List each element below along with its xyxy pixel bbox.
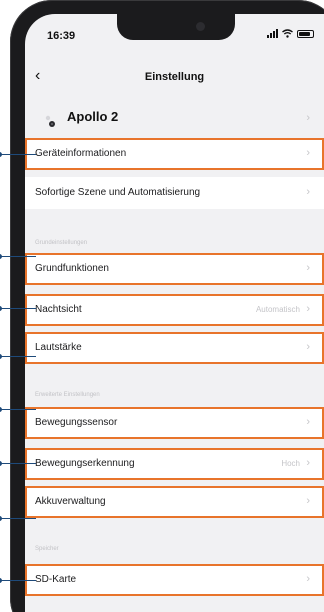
row-motion-detection[interactable]: Bewegungserkennung Hoch › xyxy=(25,448,324,480)
row-basic-functions[interactable]: Grundfunktionen › xyxy=(25,253,324,285)
device-header-row[interactable]: Apollo 2 › xyxy=(25,100,324,136)
callout-line xyxy=(0,460,36,468)
front-camera-icon xyxy=(196,22,205,31)
section-label-storage: Speicher xyxy=(35,546,59,552)
callout-line xyxy=(0,406,36,414)
status-bar: 16:39 xyxy=(25,14,324,50)
device-name: Apollo 2 xyxy=(67,109,119,124)
row-value: Automatisch xyxy=(255,305,300,314)
chevron-right-icon: › xyxy=(306,457,310,469)
notch xyxy=(117,14,235,40)
row-label: Geräteinformationen xyxy=(35,148,127,159)
chevron-right-icon: › xyxy=(306,495,310,507)
callout-line xyxy=(0,253,36,261)
navigation-bar: ‹ Einstellung xyxy=(25,62,324,92)
row-value: Hoch xyxy=(281,459,300,468)
row-label: Bewegungserkennung xyxy=(35,458,135,469)
row-label: Sofortige Szene und Automatisierung xyxy=(35,187,201,198)
chevron-right-icon: › xyxy=(306,112,310,124)
row-device-info[interactable]: Geräteinformationen › xyxy=(25,138,324,170)
row-label: Bewegungssensor xyxy=(35,417,118,428)
section-label-basic: Grundeinstellungen xyxy=(35,240,88,246)
row-label: Grundfunktionen xyxy=(35,263,109,274)
row-label: Nachtsicht xyxy=(35,304,82,315)
row-label: Lautstärke xyxy=(35,342,82,353)
wifi-icon xyxy=(282,29,293,38)
screenshot-stage: 16:39 ‹ Einstellung Apollo 2 › Geräteinf… xyxy=(0,0,324,612)
callout-line xyxy=(0,151,36,159)
row-volume[interactable]: Lautstärke › xyxy=(25,332,324,364)
phone-screen: 16:39 ‹ Einstellung Apollo 2 › Geräteinf… xyxy=(25,14,324,612)
section-label-advanced: Erweiterte Einstellungen xyxy=(35,392,100,398)
row-sd-card[interactable]: SD-Karte › xyxy=(25,564,324,596)
page-title: Einstellung xyxy=(144,71,205,83)
chevron-right-icon: › xyxy=(306,573,310,585)
row-battery-management[interactable]: Akkuverwaltung › xyxy=(25,486,324,518)
signal-bars-icon xyxy=(267,29,278,38)
row-motion-sensor[interactable]: Bewegungssensor › xyxy=(25,407,324,439)
battery-icon xyxy=(297,29,314,38)
status-time: 16:39 xyxy=(47,30,76,42)
chevron-right-icon: › xyxy=(306,186,310,198)
status-icons xyxy=(267,29,314,38)
row-label: Akkuverwaltung xyxy=(35,496,106,507)
camera-device-icon xyxy=(45,115,55,127)
chevron-right-icon: › xyxy=(306,341,310,353)
callout-line xyxy=(0,353,36,361)
callout-line xyxy=(0,515,36,523)
row-label: SD-Karte xyxy=(35,574,77,585)
row-night-vision[interactable]: Nachtsicht Automatisch › xyxy=(25,294,324,326)
callout-line xyxy=(0,577,36,585)
chevron-right-icon: › xyxy=(306,147,310,159)
chevron-right-icon: › xyxy=(306,416,310,428)
chevron-right-icon: › xyxy=(306,262,310,274)
callout-line xyxy=(0,305,36,313)
chevron-right-icon: › xyxy=(306,303,310,315)
row-instant-scene[interactable]: Sofortige Szene und Automatisierung › xyxy=(25,177,324,209)
